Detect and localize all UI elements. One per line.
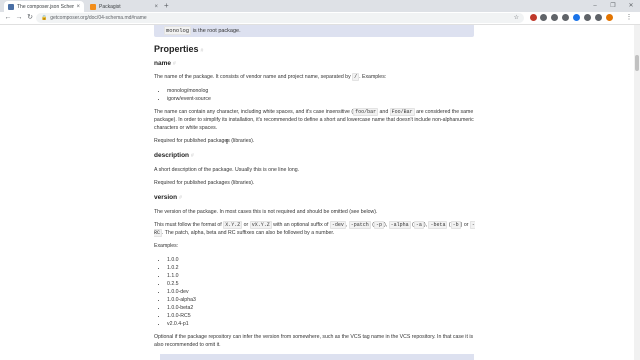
- inline-code: -patch: [348, 221, 371, 229]
- close-tab-icon[interactable]: ×: [154, 4, 158, 10]
- inline-code: -alpha: [388, 221, 411, 229]
- extension-icon[interactable]: [540, 14, 547, 21]
- close-tab-icon[interactable]: ×: [76, 4, 80, 10]
- anchor-link[interactable]: #: [173, 61, 176, 67]
- browser-toolbar: ← → ↻ 🔒 getcomposer.org/doc/04-schema.md#…: [0, 12, 640, 25]
- tab-composer-schema[interactable]: The composer.json Schem ×: [4, 1, 84, 12]
- examples-label: Examples:: [154, 243, 179, 249]
- inline-code: -beta: [428, 221, 448, 229]
- close-window-button[interactable]: ✕: [622, 0, 640, 12]
- text: . Examples:: [359, 74, 387, 80]
- address-bar[interactable]: 🔒 getcomposer.org/doc/04-schema.md#name ☆: [36, 13, 524, 23]
- text: The name of the package. It consists of …: [154, 74, 353, 80]
- inline-code: Foo/Bar: [389, 108, 415, 116]
- text: The name can contain any character, incl…: [154, 109, 354, 115]
- inline-code: -b: [450, 221, 461, 229]
- text: ),: [384, 222, 389, 228]
- name-rules-paragraph: The name can contain any character, incl…: [154, 108, 480, 132]
- name-paragraph: The name of the package. It consists of …: [154, 73, 480, 81]
- forward-arrow-icon[interactable]: →: [14, 13, 24, 23]
- name-heading: name #: [154, 60, 176, 67]
- description-heading: description #: [154, 152, 194, 159]
- list-item: 1.0.0-dev: [167, 288, 196, 296]
- description-paragraph: A short description of the package. Usua…: [154, 167, 300, 173]
- menu-kebab-icon[interactable]: ⋮: [624, 13, 634, 23]
- scrollbar-thumb[interactable]: [635, 55, 639, 71]
- list-item: monolog/monolog: [167, 87, 211, 95]
- profile-avatar[interactable]: [606, 14, 613, 21]
- name-required: Required for published packages (librari…: [154, 138, 255, 144]
- text: or: [462, 222, 470, 228]
- inline-code: -a: [413, 221, 424, 229]
- notice-box: monolog is the root package.: [154, 25, 474, 37]
- list-item: 1.0.2: [167, 264, 196, 272]
- tab-title: Packagist: [99, 3, 121, 10]
- tab-packagist[interactable]: Packagist ×: [86, 1, 162, 12]
- extension-icon[interactable]: [562, 14, 569, 21]
- extension-icon[interactable]: [584, 14, 591, 21]
- text: or: [242, 222, 250, 228]
- vertical-scrollbar[interactable]: [634, 25, 640, 360]
- url-text: getcomposer.org/doc/04-schema.md#name: [50, 15, 147, 21]
- extension-icon[interactable]: [530, 14, 537, 21]
- anchor-link[interactable]: #: [179, 195, 182, 201]
- maximize-button[interactable]: ❐: [604, 0, 622, 12]
- notice-box: [160, 354, 474, 360]
- composer-favicon-icon: [8, 3, 14, 10]
- anchor-link[interactable]: #: [191, 153, 194, 159]
- extension-icon[interactable]: [595, 14, 602, 21]
- tab-title: The composer.json Schem: [17, 3, 75, 10]
- list-item: 1.0.0-beta2: [167, 304, 196, 312]
- text: . The patch, alpha, beta and RC suffixes…: [162, 230, 335, 236]
- packagist-favicon-icon: [90, 3, 96, 10]
- inline-code: monolog: [164, 26, 192, 35]
- text: with an optional suffix of: [271, 222, 330, 228]
- properties-heading: Properties #: [154, 44, 203, 54]
- lock-icon: 🔒: [41, 15, 48, 21]
- list-item: 1.0.0: [167, 256, 196, 264]
- extension-icon[interactable]: [573, 14, 580, 21]
- list-item: 1.0.0-alpha3: [167, 296, 196, 304]
- version-examples-list: 1.0.0 1.0.2 1.1.0 0.2.5 1.0.0-dev 1.0.0-…: [167, 256, 196, 328]
- heading-text: name: [154, 60, 171, 67]
- text: This must follow the format of: [154, 222, 224, 228]
- tab-bar: The composer.json Schem × Packagist × + …: [0, 0, 640, 12]
- back-arrow-icon[interactable]: ←: [3, 13, 13, 23]
- reload-icon[interactable]: ↻: [25, 13, 35, 23]
- inline-code: foo/bar: [353, 108, 379, 116]
- list-item: v2.0.4-p1: [167, 320, 196, 328]
- inline-code: -p: [373, 221, 384, 229]
- anchor-link[interactable]: #: [201, 48, 204, 54]
- name-examples-list: monolog/monolog igorw/event-source: [167, 87, 211, 103]
- list-item: 0.2.5: [167, 280, 196, 288]
- bookmark-star-icon[interactable]: ☆: [514, 13, 519, 23]
- notice-text: is the root package.: [191, 28, 241, 34]
- extension-icon[interactable]: [551, 14, 558, 21]
- inline-code: X.Y.Z: [223, 221, 243, 229]
- text: and: [378, 109, 390, 115]
- new-tab-button[interactable]: +: [164, 1, 169, 11]
- inline-code: vX.Y.Z: [249, 221, 272, 229]
- version-optional-paragraph: Optional if the package repository can i…: [154, 334, 474, 348]
- version-format-paragraph: This must follow the format of X.Y.Z or …: [154, 221, 480, 237]
- list-item: igorw/event-source: [167, 95, 211, 103]
- version-heading: version #: [154, 194, 182, 201]
- description-required: Required for published packages (librari…: [154, 180, 255, 186]
- heading-text: description: [154, 152, 190, 159]
- heading-text: Properties: [154, 44, 199, 54]
- text-cursor-icon: I: [226, 139, 228, 146]
- inline-code: -dev: [329, 221, 346, 229]
- list-item: 1.0.0-RC5: [167, 312, 196, 320]
- heading-text: version: [154, 194, 178, 201]
- minimize-button[interactable]: –: [586, 0, 604, 12]
- list-item: 1.1.0: [167, 272, 196, 280]
- version-paragraph: The version of the package. In most case…: [154, 209, 378, 215]
